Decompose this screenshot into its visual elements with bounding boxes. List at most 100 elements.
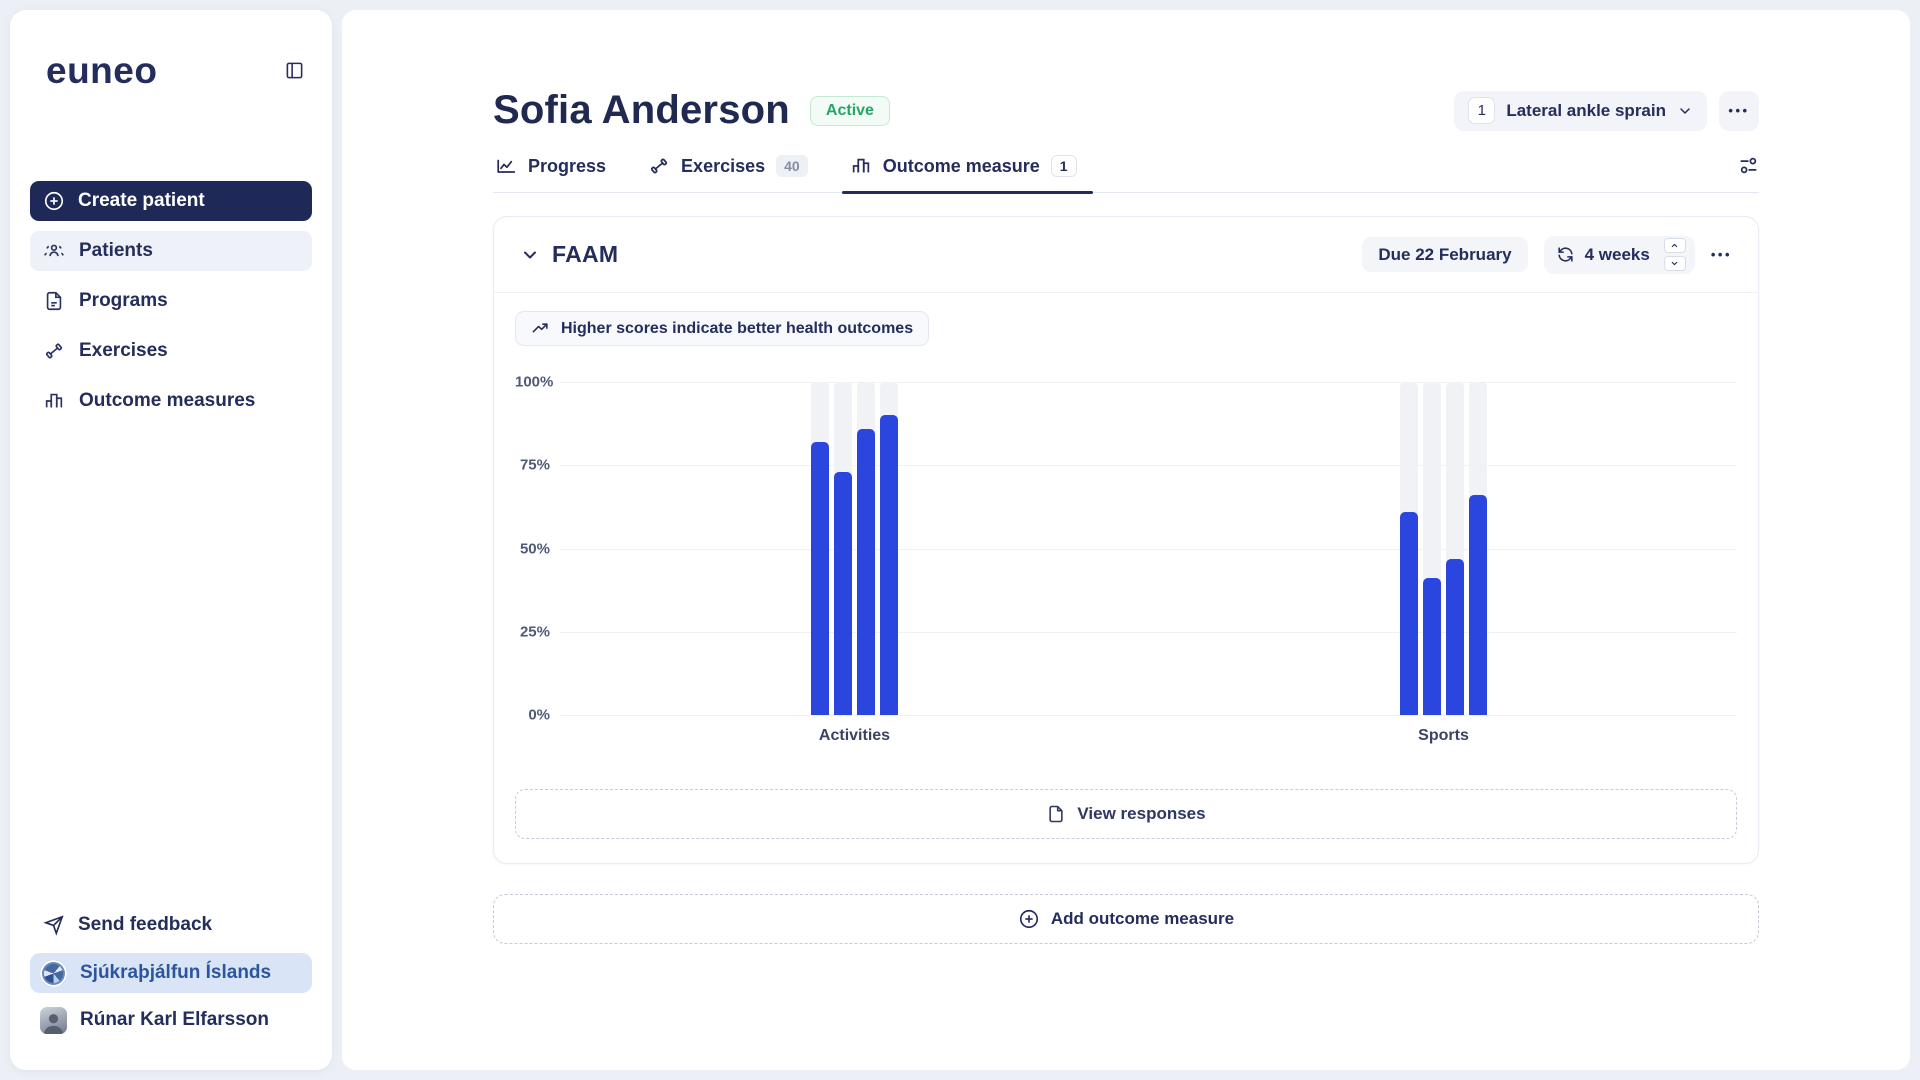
exercises-dumbbell-icon: [43, 340, 65, 362]
view-responses-button[interactable]: View responses: [515, 789, 1737, 839]
condition-dropdown[interactable]: 1 Lateral ankle sprain: [1454, 91, 1707, 131]
organization-name: Sjúkraþjálfun Íslands: [80, 962, 271, 984]
score-bar: [880, 415, 898, 715]
frequency-label: 4 weeks: [1585, 245, 1650, 265]
sidebar-item-exercises[interactable]: Exercises: [30, 331, 312, 371]
gridline: [560, 549, 1737, 550]
tab-count-badge: 1: [1051, 155, 1077, 177]
score-bar: [1469, 495, 1487, 715]
bar-track: [834, 382, 852, 715]
collapse-sidebar-icon[interactable]: [285, 61, 304, 80]
document-icon: [1046, 804, 1066, 824]
frequency-stepper: [1664, 238, 1686, 271]
sidebar-nav: Patients Programs Exercises Outcome meas…: [30, 231, 312, 421]
bar-group-activities: Activities: [811, 382, 898, 715]
sidebar-item-outcome-measures[interactable]: Outcome measures: [30, 381, 312, 421]
score-bar: [811, 442, 829, 715]
add-outcome-measure-label: Add outcome measure: [1051, 909, 1234, 929]
frequency-chip[interactable]: 4 weeks: [1544, 236, 1695, 274]
refresh-icon: [1556, 245, 1575, 264]
organization-logo-icon: [40, 960, 67, 987]
score-bar: [1400, 512, 1418, 715]
category-label: Activities: [819, 727, 890, 745]
bar-track: [1446, 382, 1464, 715]
exercises-dumbbell-icon: [648, 155, 670, 177]
tab-label: Outcome measure: [883, 156, 1040, 177]
score-bar: [834, 472, 852, 715]
score-bar: [1446, 559, 1464, 716]
organization-item[interactable]: Sjúkraþjálfun Íslands: [30, 953, 312, 993]
send-feedback-label: Send feedback: [78, 914, 212, 936]
plus-circle-icon: [1018, 908, 1040, 930]
tab-outcome-measure[interactable]: Outcome measure 1: [848, 155, 1079, 192]
y-axis-tick-label: 100%: [515, 374, 550, 391]
bar-track: [1400, 382, 1418, 715]
tab-label: Exercises: [681, 156, 765, 177]
y-axis-tick-label: 75%: [515, 457, 550, 474]
patient-more-button[interactable]: •••: [1719, 91, 1759, 131]
user-avatar: [40, 1007, 67, 1034]
gridline: [560, 382, 1737, 383]
stepper-down-button[interactable]: [1664, 256, 1686, 271]
create-patient-label: Create patient: [78, 190, 205, 212]
plus-circle-icon: [43, 190, 65, 212]
gridline: [560, 632, 1737, 633]
send-feedback-button[interactable]: Send feedback: [30, 905, 312, 945]
condition-label: Lateral ankle sprain: [1506, 101, 1666, 121]
bar-track: [857, 382, 875, 715]
bar-track: [1469, 382, 1487, 715]
condition-count-badge: 1: [1468, 97, 1495, 124]
euneo-logo: euneo: [46, 52, 157, 89]
due-date-chip[interactable]: Due 22 February: [1362, 237, 1527, 272]
stepper-up-button[interactable]: [1664, 238, 1686, 253]
gridline: [560, 465, 1737, 466]
programs-icon: [43, 290, 65, 312]
sidebar-item-patients[interactable]: Patients: [30, 231, 312, 271]
y-axis-tick-label: 50%: [515, 540, 550, 557]
status-badge: Active: [810, 96, 890, 126]
add-outcome-measure-button[interactable]: Add outcome measure: [493, 894, 1759, 944]
gridline: [560, 715, 1737, 716]
measure-more-button[interactable]: •••: [1711, 247, 1732, 262]
bar-track: [880, 382, 898, 715]
faam-chart: 0%25%50%75%100%ActivitiesSports: [515, 382, 1737, 715]
sidebar: euneo Create patient Patients Programs: [10, 10, 332, 1070]
outcome-measure-icon: [850, 155, 872, 177]
create-patient-button[interactable]: Create patient: [30, 181, 312, 221]
tab-count-badge: 40: [776, 155, 808, 177]
progress-chart-icon: [495, 155, 517, 177]
user-name: Rúnar Karl Elfarsson: [80, 1009, 269, 1031]
sidebar-item-label: Programs: [79, 290, 168, 312]
bar-track: [811, 382, 829, 715]
paper-plane-icon: [43, 914, 65, 936]
score-info-badge: Higher scores indicate better health out…: [515, 311, 929, 346]
sidebar-item-label: Exercises: [79, 340, 168, 362]
chevron-down-icon: [1677, 103, 1693, 119]
filter-settings-icon[interactable]: [1738, 155, 1759, 176]
main-panel: Sofia Anderson Active 1 Lateral ankle sp…: [342, 10, 1910, 1070]
collapse-card-chevron-icon[interactable]: [520, 245, 540, 265]
outcome-measures-icon: [43, 390, 65, 412]
bar-track: [1423, 382, 1441, 715]
bar-group-sports: Sports: [1400, 382, 1487, 715]
tab-exercises[interactable]: Exercises 40: [646, 155, 810, 192]
tab-label: Progress: [528, 156, 606, 177]
y-axis-tick-label: 0%: [515, 707, 550, 724]
tab-bar: Progress Exercises 40 Outcome measure 1: [493, 155, 1759, 193]
score-bar: [857, 429, 875, 715]
sidebar-item-label: Patients: [79, 240, 153, 262]
category-label: Sports: [1418, 727, 1469, 745]
user-account-item[interactable]: Rúnar Karl Elfarsson: [30, 1000, 312, 1040]
trending-up-icon: [531, 319, 550, 338]
sidebar-item-programs[interactable]: Programs: [30, 281, 312, 321]
score-info-text: Higher scores indicate better health out…: [561, 320, 913, 338]
patients-icon: [43, 240, 65, 262]
measure-title: FAAM: [552, 241, 618, 268]
patient-name: Sofia Anderson: [493, 88, 790, 133]
tab-progress[interactable]: Progress: [493, 155, 608, 192]
y-axis-tick-label: 25%: [515, 623, 550, 640]
view-responses-label: View responses: [1077, 804, 1205, 824]
faam-measure-card: FAAM Due 22 February 4 weeks: [493, 216, 1759, 864]
sidebar-item-label: Outcome measures: [79, 390, 255, 412]
score-bar: [1423, 578, 1441, 715]
